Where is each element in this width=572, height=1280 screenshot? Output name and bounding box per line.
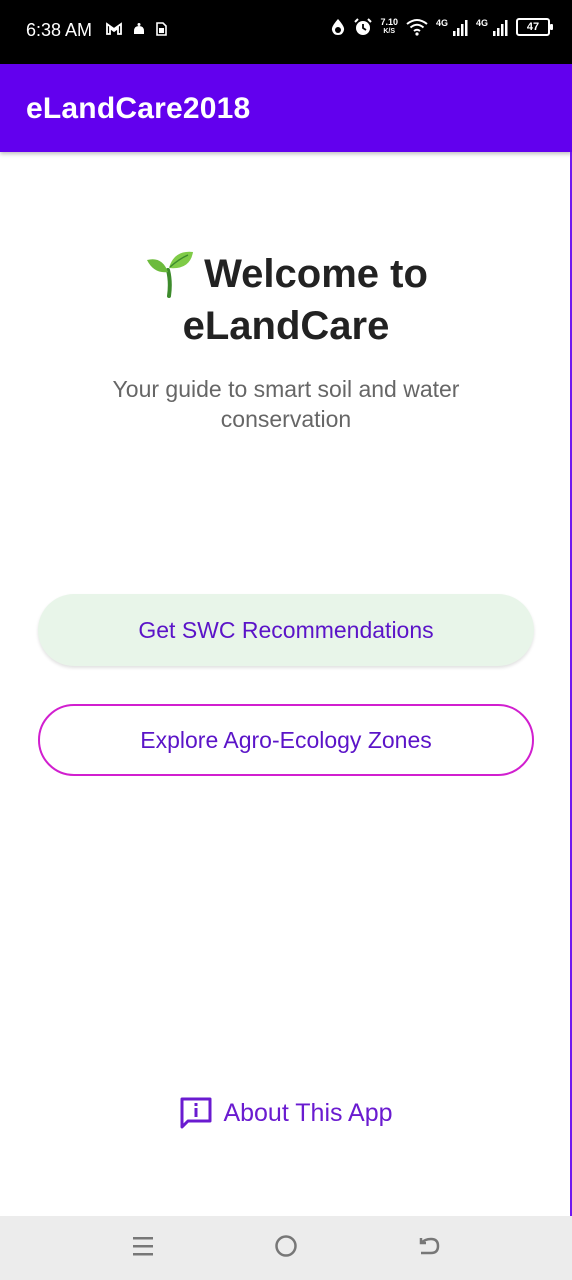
status-left-icons xyxy=(106,22,167,36)
battery-icon: 47 xyxy=(516,18,553,36)
sprout-icon xyxy=(147,252,194,299)
speed-value: 7.10 xyxy=(380,17,398,27)
explore-agro-ecology-zones-button[interactable]: Explore Agro-Ecology Zones xyxy=(38,704,534,776)
network-speed: 7.10 K/S xyxy=(380,18,398,36)
speed-unit: K/S xyxy=(383,28,396,35)
app-title: eLandCare2018 xyxy=(26,92,251,125)
navigation-bar xyxy=(0,1216,572,1280)
status-time: 6:38 AM xyxy=(26,20,93,40)
data-saver-icon xyxy=(332,19,345,35)
wifi-icon xyxy=(406,19,428,36)
welcome-subtitle: Your guide to smart soil and water conse… xyxy=(112,376,460,432)
info-message-icon xyxy=(180,1097,212,1129)
signal-icon xyxy=(452,20,468,36)
swc-button-label: Get SWC Recommendations xyxy=(138,616,434,643)
menu-icon[interactable] xyxy=(132,1234,154,1258)
about-app-label: About This App xyxy=(223,1098,393,1127)
battery-level: 47 xyxy=(526,21,540,33)
back-icon[interactable] xyxy=(417,1234,441,1258)
notification-icon xyxy=(134,23,144,34)
aez-button-label: Explore Agro-Ecology Zones xyxy=(140,726,432,753)
signal-icon xyxy=(493,20,508,36)
network-type-2: 4G xyxy=(475,18,488,28)
welcome-heading: Welcome to eLandCare xyxy=(106,248,466,352)
status-right-icons: 7.10 K/S 4G 4G 47 xyxy=(330,18,553,36)
welcome-title-text: Welcome to eLandCare xyxy=(182,252,428,348)
alarm-icon xyxy=(354,18,373,35)
app-bar: eLandCare2018 xyxy=(0,64,572,152)
get-swc-recommendations-button[interactable]: Get SWC Recommendations xyxy=(38,594,534,666)
network-type-1: 4G xyxy=(435,18,448,28)
gmail-icon xyxy=(106,22,122,35)
about-app-link[interactable]: About This App xyxy=(0,1096,572,1130)
sim-icon xyxy=(156,22,167,36)
status-bar: 6:38 AM 7.10 K/S 4G 4G 47 xyxy=(0,0,572,64)
home-icon[interactable] xyxy=(274,1234,298,1258)
welcome-section: Welcome to eLandCare Your guide to smart… xyxy=(0,248,572,434)
